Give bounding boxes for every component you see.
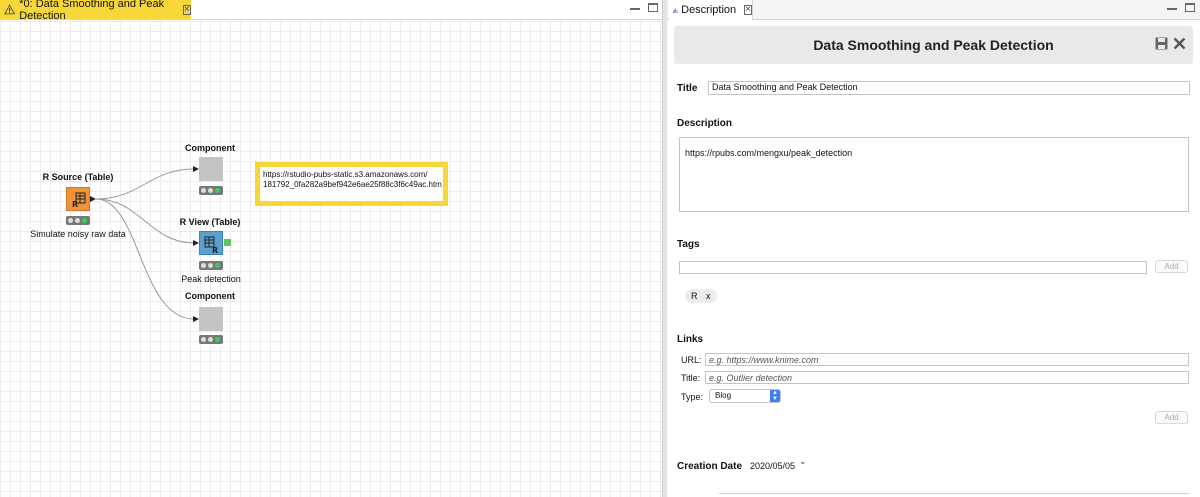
description-window-controls <box>1167 3 1195 12</box>
table-r-icon: R <box>72 192 86 209</box>
workflow-canvas[interactable]: R Source (Table) R Simulate noisy raw da… <box>0 21 662 497</box>
tag-remove-icon[interactable]: x <box>706 291 711 301</box>
add-link-button[interactable]: Add <box>1155 411 1188 424</box>
workflow-annotation[interactable]: https://rstudio-pubs-static.s3.amazonaws… <box>255 162 448 206</box>
minimize-icon[interactable] <box>1167 8 1177 10</box>
component-top-node[interactable] <box>199 157 223 181</box>
annotation-line-1: https://rstudio-pubs-static.s3.amazonaws… <box>263 170 428 179</box>
r-view-node-label: Peak detection <box>181 274 241 284</box>
description-textarea[interactable]: https://rpubs.com/mengxu/peak_detection <box>679 137 1189 212</box>
component-bottom-status <box>199 335 223 344</box>
description-label: Description <box>677 118 733 129</box>
r-view-node[interactable]: R <box>199 231 223 255</box>
add-tag-button[interactable]: Add <box>1155 260 1188 273</box>
close-icon[interactable]: × <box>744 5 752 15</box>
node-connections <box>90 166 199 322</box>
warning-icon <box>4 4 16 15</box>
close-icon[interactable] <box>1173 37 1186 50</box>
url-input[interactable]: e.g. https://www.knime.com <box>705 353 1189 366</box>
creation-date-value[interactable]: 2020/05/05 <box>750 461 795 471</box>
annotation-line-2: 181792_0fa282a9bef942e6ae25f88c3f6c49ac.… <box>263 180 442 189</box>
tags-input[interactable] <box>679 261 1147 274</box>
description-icon <box>673 7 678 13</box>
editor-tab-title: *0: Data Smoothing and Peak Detection <box>19 0 165 22</box>
r-source-node[interactable]: R <box>66 187 90 211</box>
creation-date-label: Creation Date <box>677 461 743 472</box>
r-source-node-label: Simulate noisy raw data <box>30 229 126 239</box>
svg-text:R: R <box>212 246 218 255</box>
component-bottom-title: Component <box>185 291 235 301</box>
output-port[interactable] <box>224 239 231 246</box>
table-r-icon: R <box>204 236 218 255</box>
component-top-title: Component <box>185 143 235 153</box>
workflow-editor-pane: *0: Data Smoothing and Peak Detection × … <box>0 0 662 497</box>
bottom-field-edge <box>719 493 1189 497</box>
description-header-title: Data Smoothing and Peak Detection <box>813 37 1054 53</box>
link-type-value: Blog <box>715 391 732 400</box>
r-view-status <box>199 261 223 270</box>
description-header: Data Smoothing and Peak Detection <box>674 26 1193 64</box>
minimize-icon[interactable] <box>630 8 640 10</box>
svg-text:R: R <box>72 200 78 209</box>
description-pane: Description × Data Smoothing and Peak De… <box>667 0 1200 497</box>
component-bottom-node[interactable] <box>199 307 223 331</box>
maximize-icon[interactable] <box>1185 3 1195 12</box>
link-type-select[interactable]: Blog ▲ ▼ <box>709 389 781 403</box>
editor-window-controls <box>630 3 658 12</box>
editor-tab-bar: *0: Data Smoothing and Peak Detection × <box>0 0 662 22</box>
tag-chip: R x <box>685 289 717 303</box>
select-arrows-icon: ▲ ▼ <box>770 390 780 402</box>
url-label: URL: <box>681 355 702 365</box>
r-source-node-title: R Source (Table) <box>42 172 114 182</box>
close-icon[interactable]: × <box>182 4 191 15</box>
title-input[interactable]: Data Smoothing and Peak Detection <box>708 81 1190 95</box>
maximize-icon[interactable] <box>648 3 658 12</box>
r-view-node-title: R View (Table) <box>179 217 241 227</box>
r-source-status <box>66 216 90 225</box>
link-type-label: Type: <box>681 392 704 402</box>
link-title-input[interactable]: e.g. Outlier detection <box>705 371 1189 384</box>
tag-chip-text: R <box>691 291 698 301</box>
link-title-label: Title: <box>681 373 701 383</box>
editor-tab[interactable]: *0: Data Smoothing and Peak Detection × <box>0 0 191 22</box>
component-top-status <box>199 186 223 195</box>
save-icon[interactable] <box>1155 37 1168 50</box>
description-tab-label: Description <box>681 4 737 16</box>
description-tab-bar: Description × <box>667 0 1200 20</box>
description-tab[interactable]: Description × <box>669 0 753 20</box>
tags-label: Tags <box>677 239 700 250</box>
chevron-down-icon[interactable]: ⌄ <box>799 456 807 467</box>
links-label: Links <box>677 334 704 345</box>
title-label: Title <box>677 83 698 94</box>
